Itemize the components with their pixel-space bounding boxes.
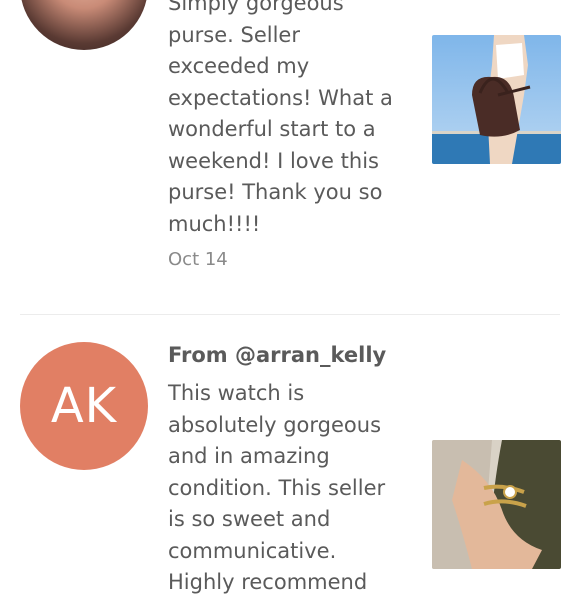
reviewer-avatar[interactable]	[20, 0, 148, 50]
watch-photo-icon	[432, 440, 561, 569]
reviewer-avatar[interactable]: AK	[20, 342, 148, 470]
review-photo[interactable]	[432, 35, 561, 164]
review-divider	[20, 314, 560, 315]
review-date: Oct 14	[168, 249, 228, 270]
review-author[interactable]: From @arran_kelly	[168, 343, 386, 367]
review-text: This watch is absolutely gorgeous and in…	[168, 381, 386, 594]
review-photo[interactable]	[432, 440, 561, 569]
avatar-initials: AK	[50, 378, 118, 434]
review-text: Simply gorgeous purse. Seller exceeded m…	[168, 0, 393, 236]
purse-photo-icon	[432, 35, 561, 164]
